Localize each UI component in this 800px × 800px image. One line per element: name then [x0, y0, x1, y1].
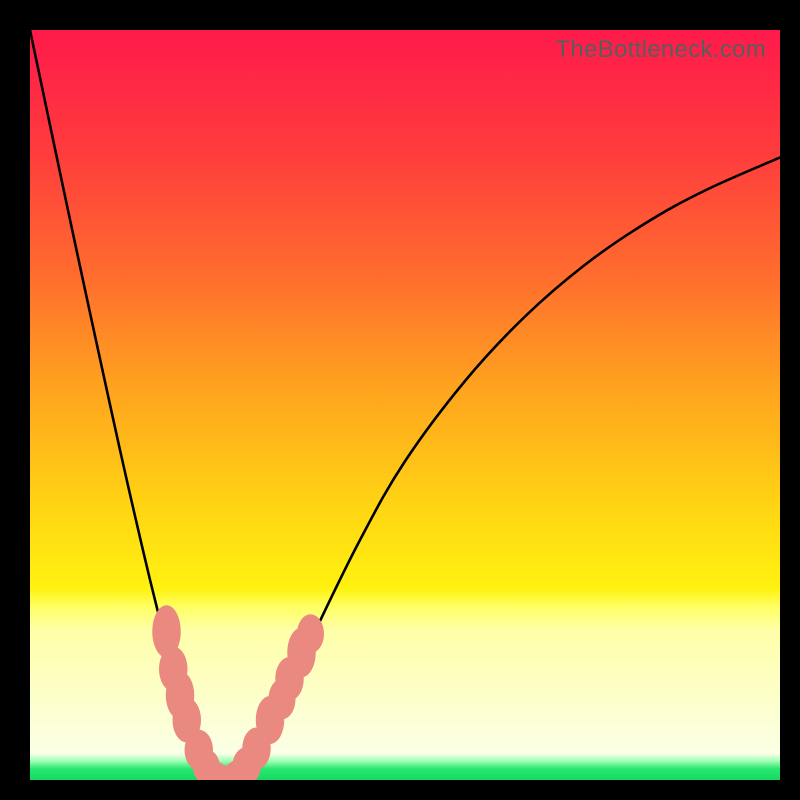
bottleneck-curve: [30, 30, 780, 780]
highlight-dots: [152, 605, 324, 780]
plot-area: TheBottleneck.com: [30, 30, 780, 780]
curve-layer: [30, 30, 780, 780]
chart-frame: TheBottleneck.com: [0, 0, 800, 800]
highlight-dot: [297, 614, 324, 653]
watermark-text: TheBottleneck.com: [555, 36, 766, 64]
